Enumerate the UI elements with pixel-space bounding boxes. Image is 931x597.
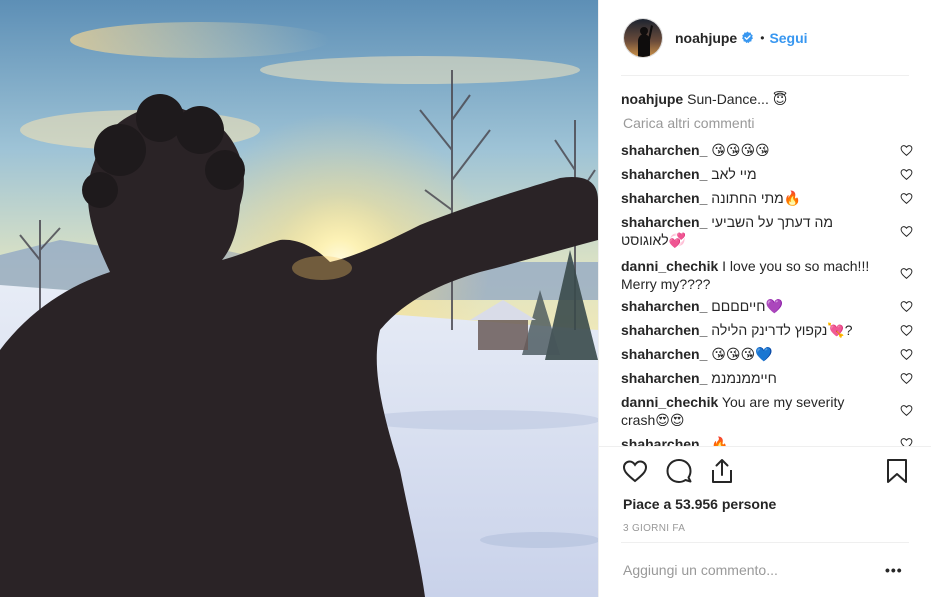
load-more-comments-button[interactable]: Carica altri commenti [623,115,754,131]
post-action-bar [621,455,911,489]
post-sidebar: noahjupe • Segui noahjupe Sun-Dance... 😇… [598,0,931,597]
comment-username[interactable]: shaharchen_ [621,190,707,206]
comment-row: danni_chechik You are my severity crash😍… [621,393,886,429]
bookmark-save-icon[interactable] [883,457,911,485]
comment-text: 😘😘😘😘 [711,142,770,158]
comment-username[interactable]: shaharchen_ [621,436,707,446]
comment-like-heart-icon[interactable] [900,225,913,238]
divider [621,542,909,543]
comment-like-heart-icon[interactable] [900,348,913,361]
comment-username[interactable]: shaharchen_ [621,214,707,230]
comment-row: shaharchen_ חייםםםם💜 [621,297,886,315]
more-options-button[interactable]: ••• [885,562,903,578]
comment-like-heart-icon[interactable] [900,372,913,385]
post-photo[interactable] [0,0,598,597]
comment-text: 😘😘😘💙 [711,346,773,362]
comment-row: shaharchen_ 😘😘😘😘 [621,141,886,159]
header-separator: • [760,30,765,45]
comment-text: מה דעתך על השביעי [711,214,833,230]
likes-count[interactable]: Piace a 53.956 persone [623,496,776,512]
comment-row: shaharchen_ 😘😘😘💙 [621,345,886,363]
comment-text-continued: crash😍😍 [621,412,685,428]
comment-like-heart-icon[interactable] [900,267,913,280]
comment-username[interactable]: shaharchen_ [621,298,707,314]
comment-row: danni_chechik I love you so so mach!!! M… [621,257,886,293]
comment-username[interactable]: shaharchen_ [621,322,707,338]
verified-badge-icon [742,31,754,44]
comment-like-heart-icon[interactable] [900,300,913,313]
comment-username[interactable]: shaharchen_ [621,142,707,158]
post-timestamp[interactable]: 3 GIORNI FA [623,523,685,534]
comment-bubble-icon[interactable] [665,457,693,485]
comment-username[interactable]: shaharchen_ [621,370,707,386]
comment-like-heart-icon[interactable] [900,168,913,181]
comments-list[interactable]: noahjupe Sun-Dance... 😇 Carica altri com… [621,76,913,446]
comment-text: 🔥 [711,436,729,446]
comment-text: מתי החתונה🔥 [711,190,802,206]
comment-row: shaharchen_ מיי לאב [621,165,886,183]
comment-row: shaharchen_ מתי החתונה🔥 [621,189,886,207]
comment-like-heart-icon[interactable] [900,192,913,205]
share-upload-icon[interactable] [708,457,736,485]
comment-like-heart-icon[interactable] [900,324,913,337]
comment-row: shaharchen_ חייממנמנמ [621,369,886,387]
comment-username[interactable]: shaharchen_ [621,346,707,362]
comment-username[interactable]: danni_chechik [621,394,718,410]
comment-text: נקפוץ לדרינק הלילה💘? [711,322,853,338]
post-header: noahjupe • Segui [599,0,931,75]
caption-text: Sun-Dance... 😇 [687,91,788,107]
divider [599,446,931,447]
comment-username[interactable]: danni_chechik [621,258,718,274]
comment-text: חייםםםם💜 [711,298,783,314]
comment-row: shaharchen_ מה דעתך על השביעי לאוגוסט💞 [621,213,886,249]
add-comment-input[interactable] [623,562,863,578]
comment-text-continued: לאוגוסט💞 [621,232,687,248]
avatar[interactable] [623,17,663,58]
comment-username[interactable]: shaharchen_ [621,166,707,182]
instagram-post: noahjupe • Segui noahjupe Sun-Dance... 😇… [0,0,931,597]
comment-like-heart-icon[interactable] [900,144,913,157]
comment-text: חייממנמנמ [711,370,777,386]
comment-row: shaharchen_ נקפוץ לדרינק הלילה💘? [621,321,886,339]
caption-username[interactable]: noahjupe [621,91,683,107]
comment-text: You are my severity [721,394,845,410]
comment-like-heart-icon[interactable] [900,404,913,417]
post-caption: noahjupe Sun-Dance... 😇 [621,90,787,108]
comment-like-heart-icon[interactable] [900,437,913,446]
follow-button[interactable]: Segui [769,30,807,46]
post-author-username[interactable]: noahjupe [675,30,737,46]
like-heart-icon[interactable] [621,457,649,485]
comment-row: shaharchen_ 🔥 [621,435,886,446]
comment-text-continued: Merry my???? [621,276,711,292]
comment-text: I love you so so mach!!! [722,258,870,274]
comment-text: מיי לאב [711,166,757,182]
